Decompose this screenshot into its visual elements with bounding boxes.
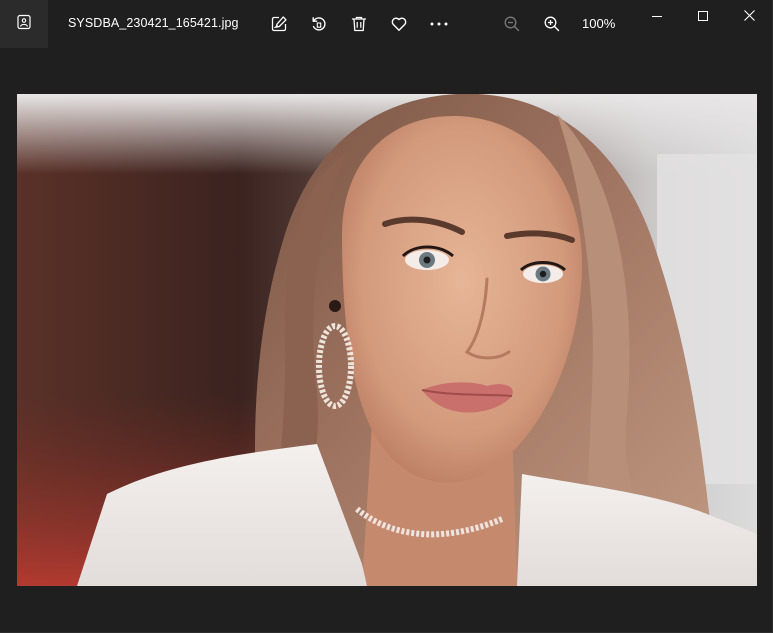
favorite-button[interactable] — [384, 10, 414, 38]
title-bar: SYSDBA_230421_165421.jpg 100% — [0, 0, 772, 48]
displayed-photo[interactable] — [17, 94, 757, 586]
photos-app-icon — [16, 14, 32, 35]
more-options-button[interactable] — [424, 10, 454, 38]
minimize-icon — [652, 8, 662, 26]
zoom-level-label[interactable]: 100% — [582, 16, 615, 31]
file-name-title: SYSDBA_230421_165421.jpg — [68, 16, 239, 30]
maximize-icon — [698, 8, 708, 26]
zoom-in-icon — [543, 15, 561, 33]
more-options-icon — [429, 21, 449, 27]
favorite-heart-icon — [390, 15, 408, 33]
portrait-photo-image — [17, 94, 757, 586]
rotate-icon — [310, 15, 328, 33]
app-icon-button[interactable] — [0, 0, 48, 48]
delete-button[interactable] — [344, 10, 374, 38]
rotate-button[interactable] — [304, 10, 334, 38]
minimize-button[interactable] — [634, 0, 680, 34]
delete-icon — [350, 15, 368, 33]
close-button[interactable] — [726, 0, 772, 34]
zoom-in-button[interactable] — [537, 10, 567, 38]
maximize-button[interactable] — [680, 0, 726, 34]
zoom-out-button[interactable] — [497, 10, 527, 38]
edit-image-button[interactable] — [264, 10, 294, 38]
zoom-out-icon — [503, 15, 521, 33]
close-icon — [743, 8, 755, 26]
edit-image-icon — [270, 15, 288, 33]
photos-app-window: SYSDBA_230421_165421.jpg 100% — [0, 0, 773, 633]
